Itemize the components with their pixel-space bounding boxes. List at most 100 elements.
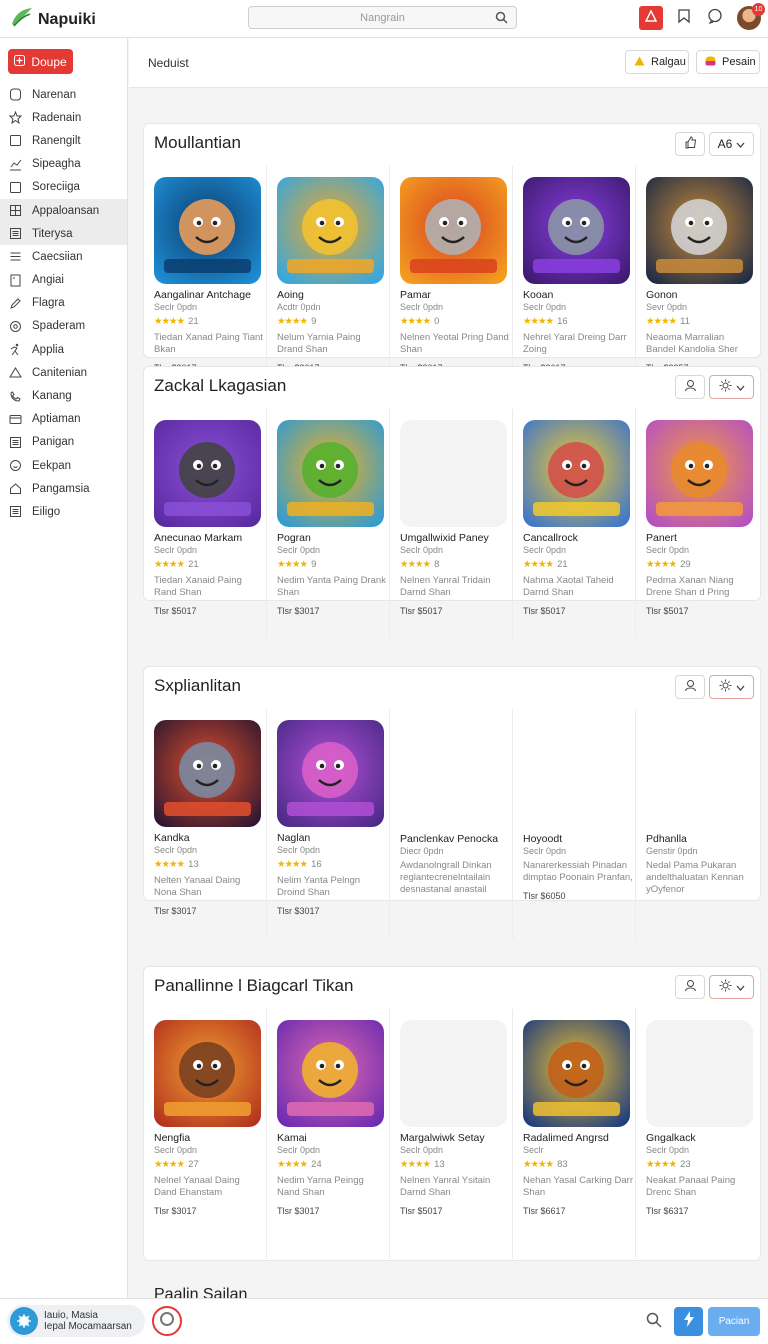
toolbar-button-1[interactable]: Ralgau <box>625 50 689 74</box>
app-card[interactable]: Nengfia Seclr 0pdn ★★★★ 27 Nelnel Yanaal Dai… <box>144 1009 267 1259</box>
search-icon[interactable] <box>646 1312 662 1333</box>
sidebar-item-aptiaman[interactable]: Aptiaman <box>0 408 127 431</box>
user-button[interactable] <box>675 975 705 999</box>
search-input[interactable]: Nangrain <box>248 6 517 29</box>
app-title[interactable]: Kandka <box>154 832 190 844</box>
app-thumbnail[interactable] <box>154 177 261 284</box>
app-card[interactable]: Naglan Seclr 0pdn ★★★★ 16 Nelim Yanta Pelngn… <box>267 709 390 939</box>
app-title[interactable]: Margalwiwk Setay <box>400 1132 485 1144</box>
sidebar-item-ranengilt[interactable]: Ranengilt <box>0 129 127 152</box>
app-thumbnail[interactable] <box>523 177 630 284</box>
app-card[interactable]: Pdhanlla Genstir 0pdn Nedal Pama Pukaran a… <box>636 709 759 939</box>
app-thumbnail[interactable] <box>646 420 753 527</box>
app-card[interactable]: Gonon Sevr 0pdn ★★★★ 11 Neaoma Marralian Ban… <box>636 166 759 396</box>
app-thumbnail[interactable] <box>646 177 753 284</box>
chat-button[interactable] <box>703 6 727 30</box>
app-title[interactable]: Aangalinar Antchage <box>154 289 251 301</box>
toolbar-button-2[interactable]: Pesain <box>696 50 760 74</box>
app-card[interactable]: Anecunao Markam Seclr 0pdn ★★★★ 21 Tiedan Xa… <box>144 409 267 639</box>
new-button[interactable]: Doupe <box>8 49 73 74</box>
app-thumbnail[interactable] <box>154 420 261 527</box>
app-title[interactable]: Pamar <box>400 289 431 301</box>
app-thumbnail[interactable] <box>154 720 261 827</box>
like-button[interactable] <box>675 132 705 156</box>
app-card[interactable]: Panclenkav Penocka Diecr 0pdn Awdanolngral… <box>390 709 513 939</box>
app-title[interactable]: Gonon <box>646 289 678 301</box>
app-thumbnail[interactable] <box>277 420 384 527</box>
sidebar-item-sipeagha[interactable]: Sipeagha <box>0 153 127 176</box>
app-title[interactable]: Kamai <box>277 1132 307 1144</box>
sort-dropdown[interactable]: A6 <box>709 132 754 156</box>
app-thumbnail[interactable] <box>523 420 630 527</box>
sidebar-item-pangamsia[interactable]: Pangamsia <box>0 477 127 500</box>
alert-button[interactable] <box>639 6 663 30</box>
app-thumbnail[interactable] <box>400 177 507 284</box>
sidebar-item-applia[interactable]: Applia <box>0 338 127 361</box>
sidebar-item-appaloansan[interactable]: Appaloansan <box>0 198 127 223</box>
app-thumbnail[interactable] <box>400 420 507 527</box>
sidebar-item-panigan[interactable]: Panigan <box>0 431 127 454</box>
app-card[interactable]: Pamar Seclr 0pdn ★★★★ 0 Nelnen Yeotal Pring … <box>390 166 513 396</box>
user-button[interactable] <box>675 675 705 699</box>
app-title[interactable]: Kooan <box>523 289 553 301</box>
gear-icon <box>719 679 732 695</box>
app-title[interactable]: Pogran <box>277 532 311 544</box>
sidebar-item-narenan[interactable]: Narenan <box>0 83 127 106</box>
app-thumbnail[interactable] <box>154 1020 261 1127</box>
user-chip[interactable]: Iauio, Masia Iepal Mocamaarsan <box>7 1305 145 1337</box>
sidebar-item-soreciiga[interactable]: Soreciiga <box>0 176 127 199</box>
avatar[interactable]: 10 <box>737 3 765 30</box>
app-card[interactable]: Kooan Seclr 0pdn ★★★★ 16 Nehrel Yaral Dreing… <box>513 166 636 396</box>
app-title[interactable]: Panclenkav Penocka <box>400 833 498 845</box>
sidebar-item-radenain[interactable]: Radenain <box>0 106 127 129</box>
settings-dropdown[interactable] <box>709 975 754 999</box>
app-card[interactable]: Radalimed Angrsd Seclr ★★★★ 83 Nehan Yasal C… <box>513 1009 636 1259</box>
app-card[interactable]: Gngalkack Seclr 0pdn ★★★★ 23 Neakat Panaal P… <box>636 1009 759 1259</box>
sidebar-item-flagra[interactable]: Flagra <box>0 292 127 315</box>
app-title[interactable]: Nengfia <box>154 1132 190 1144</box>
app-card[interactable]: Margalwiwk Setay Seclr 0pdn ★★★★ 13 Nelnen Y… <box>390 1009 513 1259</box>
app-title[interactable]: Radalimed Angrsd <box>523 1132 609 1144</box>
sidebar-item-caecsiian[interactable]: Caecsiian <box>0 245 127 268</box>
user-button[interactable] <box>675 375 705 399</box>
app-card[interactable]: Umgallwixid Paney Seclr 0pdn ★★★★ 8 Nelnen Y… <box>390 409 513 639</box>
app-title[interactable]: Naglan <box>277 832 310 844</box>
app-card[interactable]: Pogran Seclr 0pdn ★★★★ 9 Nedim Yanta Paing D… <box>267 409 390 639</box>
search-icon[interactable] <box>495 11 508 27</box>
brand[interactable]: Napuiki <box>10 6 96 33</box>
sidebar-item-spaderam[interactable]: Spaderam <box>0 315 127 338</box>
footer-action-button[interactable]: Pacian <box>708 1307 760 1336</box>
app-card[interactable]: Kamai Seclr 0pdn ★★★★ 24 Nedim Yarna Peingg … <box>267 1009 390 1259</box>
app-title[interactable]: Aoing <box>277 289 304 301</box>
app-thumbnail[interactable] <box>646 1020 753 1127</box>
app-title[interactable]: Pdhanlla <box>646 833 687 845</box>
app-card[interactable]: Cancallrock Seclr 0pdn ★★★★ 21 Nahma Xaotal … <box>513 409 636 639</box>
app-thumbnail[interactable] <box>277 720 384 827</box>
app-thumbnail[interactable] <box>277 1020 384 1127</box>
bookmark-button[interactable] <box>672 6 696 30</box>
app-card[interactable]: Hoyoodt Seclr 0pdn Nanarerkessiah Pinadan … <box>513 709 636 939</box>
settings-dropdown[interactable] <box>709 675 754 699</box>
app-title[interactable]: Panert <box>646 532 677 544</box>
app-card[interactable]: Aoing Acdtr 0pdn ★★★★ 9 Nelum Yarnia Paing D… <box>267 166 390 396</box>
record-button[interactable] <box>152 1306 182 1336</box>
app-card[interactable]: Aangalinar Antchage Seclr 0pdn ★★★★ 21 Tieda… <box>144 166 267 396</box>
flash-button[interactable] <box>674 1307 703 1336</box>
app-card[interactable]: Kandka Seclr 0pdn ★★★★ 13 Nelten Yanaal Dain… <box>144 709 267 939</box>
sidebar-item-eekpan[interactable]: Eekpan <box>0 454 127 477</box>
app-title[interactable]: Cancallrock <box>523 532 578 544</box>
app-title[interactable]: Gngalkack <box>646 1132 696 1144</box>
sidebar-item-eiligo[interactable]: Eiligo <box>0 500 127 523</box>
app-title[interactable]: Umgallwixid Paney <box>400 532 489 544</box>
app-card[interactable]: Panert Seclr 0pdn ★★★★ 29 Pedma Xanan Niang … <box>636 409 759 639</box>
app-title[interactable]: Anecunao Markam <box>154 532 242 544</box>
sidebar-item-canitenian[interactable]: Canitenian <box>0 361 127 384</box>
app-thumbnail[interactable] <box>523 1020 630 1127</box>
sidebar-item-angiai[interactable]: Angiai <box>0 269 127 292</box>
sidebar-item-titerysa[interactable]: Titerysa <box>0 222 127 246</box>
settings-dropdown[interactable] <box>709 375 754 399</box>
app-title[interactable]: Hoyoodt <box>523 833 562 845</box>
app-thumbnail[interactable] <box>277 177 384 284</box>
sidebar-item-kanang[interactable]: Kanang <box>0 384 127 407</box>
app-thumbnail[interactable] <box>400 1020 507 1127</box>
